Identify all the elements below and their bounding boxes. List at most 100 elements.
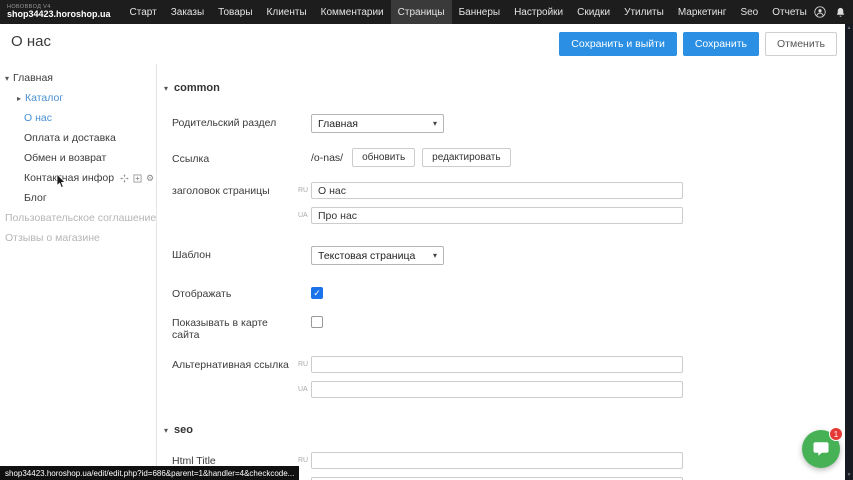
sitemap-row: Показывать в карте сайта ✓ [172, 314, 845, 341]
link-row: Ссылка /o-nas/ обновить редактировать [172, 148, 845, 167]
topbar-menu: Старт Заказы Товары Клиенты Комментарии … [123, 0, 814, 24]
parent-section-label: Родительский раздел [172, 114, 298, 129]
html-title-ru-input[interactable] [311, 452, 683, 469]
template-row: Шаблон Текстовая страница ▾ [172, 246, 845, 265]
sidebar-item-katalog[interactable]: ▸ Каталог [0, 88, 156, 108]
lang-tag-ua: UA [298, 212, 311, 219]
section-common-title: common [174, 82, 220, 94]
display-label: Отображать [172, 285, 298, 300]
add-page-icon[interactable] [133, 174, 142, 183]
chevron-down-icon[interactable]: ▾ [5, 74, 9, 83]
sidebar-item-o-nas[interactable]: О нас [0, 108, 156, 128]
app-window: НОВОВВОД V4 shop34423.horoshop.ua Старт … [0, 0, 853, 480]
page-title-ru-input[interactable] [311, 182, 683, 199]
scroll-down-icon[interactable]: ▼ [847, 471, 852, 480]
logo-shop-domain: shop34423.horoshop.ua [7, 10, 111, 20]
sidebar-item-label: Пользовательское соглашение [5, 212, 156, 224]
link-edit-button[interactable]: редактировать [422, 148, 510, 167]
header-buttons: Сохранить и выйти Сохранить Отменить [559, 32, 837, 56]
page-edit-form: ▾ common Родительский раздел Главная ▾ С… [158, 64, 845, 480]
sidebar-item-oplata-i-dostavka[interactable]: Оплата и доставка [0, 128, 156, 148]
chat-unread-badge: 1 [829, 427, 843, 441]
menu-item-marketing[interactable]: Маркетинг [671, 0, 734, 24]
vertical-scrollbar[interactable]: ▲ ▼ [845, 24, 853, 480]
template-select[interactable]: Текстовая страница ▾ [311, 246, 444, 265]
sitemap-checkbox[interactable]: ✓ [311, 316, 323, 328]
link-value: /o-nas/ [311, 152, 343, 164]
display-checkbox[interactable]: ✓ [311, 287, 323, 299]
move-icon[interactable] [120, 174, 129, 183]
alt-link-inputs: RU UA [298, 356, 683, 398]
html-title-ru-wrap: RU [298, 452, 683, 469]
logo[interactable]: НОВОВВОД V4 shop34423.horoshop.ua [0, 4, 123, 20]
menu-item-reports[interactable]: Отчеты [765, 0, 814, 24]
section-common[interactable]: ▾ common [164, 82, 845, 94]
menu-item-products[interactable]: Товары [211, 0, 259, 24]
page-title-row: заголовок страницы RU UA [172, 182, 845, 224]
menu-item-banners[interactable]: Баннеры [452, 0, 507, 24]
menu-item-seo[interactable]: Seo [733, 0, 765, 24]
menu-item-discounts[interactable]: Скидки [570, 0, 617, 24]
check-icon: ✓ [313, 289, 321, 298]
menu-item-utilities[interactable]: Утилиты [617, 0, 671, 24]
sidebar-item-blog[interactable]: Блог [0, 188, 156, 208]
parent-section-select[interactable]: Главная ▾ [311, 114, 444, 133]
gear-icon[interactable]: ⚙ [146, 174, 154, 183]
sidebar-item-label: Каталог [25, 92, 63, 104]
page-title-ua-input[interactable] [311, 207, 683, 224]
page-title-inputs: RU UA [298, 182, 683, 224]
select-arrow-icon: ▾ [433, 251, 437, 260]
alt-link-label: Альтернативная ссылка [172, 356, 298, 371]
page-title-ru-wrap: RU [298, 182, 683, 199]
template-label: Шаблон [172, 246, 298, 261]
scroll-up-icon[interactable]: ▲ [847, 24, 852, 33]
status-url-tooltip: shop34423.horoshop.ua/edit/edit.php?id=6… [0, 466, 299, 480]
link-label: Ссылка [172, 148, 298, 165]
section-seo[interactable]: ▾ seo [164, 424, 845, 436]
page-title-label: заголовок страницы [172, 182, 298, 197]
menu-item-clients[interactable]: Клиенты [260, 0, 314, 24]
sidebar-item-label: Главная [13, 72, 53, 84]
sidebar-item-label: Отзывы о магазине [5, 232, 100, 244]
menu-item-settings[interactable]: Настройки [507, 0, 570, 24]
page-title-ua-wrap: UA [298, 207, 683, 224]
chat-widget-button[interactable]: 1 [802, 430, 840, 468]
chevron-down-icon[interactable]: ▾ [164, 84, 168, 93]
alt-link-ru-input[interactable] [311, 356, 683, 373]
sidebar-item-obmen-i-vozvrat[interactable]: Обмен и возврат [0, 148, 156, 168]
page-title: О нас [11, 33, 51, 50]
menu-item-pages[interactable]: Страницы [391, 0, 452, 24]
select-arrow-icon: ▾ [433, 119, 437, 128]
menu-item-start[interactable]: Старт [123, 0, 164, 24]
lang-tag-ru: RU [298, 361, 311, 368]
save-and-exit-button[interactable]: Сохранить и выйти [559, 32, 677, 56]
menu-item-comments[interactable]: Комментарии [314, 0, 391, 24]
link-controls: /o-nas/ обновить редактировать [311, 148, 518, 167]
cancel-button[interactable]: Отменить [765, 32, 837, 56]
alt-link-ua-input[interactable] [311, 381, 683, 398]
sidebar-item-glavnaya[interactable]: ▾ Главная [0, 68, 156, 88]
topbar-icons [814, 6, 853, 18]
display-row: Отображать ✓ [172, 285, 845, 300]
alt-link-ru-wrap: RU [298, 356, 683, 373]
chevron-down-icon[interactable]: ▾ [164, 426, 168, 435]
save-button[interactable]: Сохранить [683, 32, 759, 56]
html-title-inputs: RU UA [298, 452, 683, 480]
sidebar-item-label: Оплата и доставка [24, 132, 116, 144]
menu-item-orders[interactable]: Заказы [164, 0, 211, 24]
user-account-icon[interactable] [814, 6, 826, 18]
alt-link-row: Альтернативная ссылка RU UA [172, 356, 845, 398]
pages-tree-sidebar: ▾ Главная ▸ Каталог О нас Оплата и доста… [0, 64, 157, 480]
parent-section-selected-value: Главная [318, 118, 358, 130]
chevron-right-icon[interactable]: ▸ [17, 94, 21, 103]
link-refresh-button[interactable]: обновить [352, 148, 415, 167]
notifications-bell-icon[interactable] [835, 7, 846, 18]
sidebar-item-kontaktnaya-infor[interactable]: Контактная инфор ⚙ [0, 168, 156, 188]
lang-tag-ua: UA [298, 386, 311, 393]
topbar: НОВОВВОД V4 shop34423.horoshop.ua Старт … [0, 0, 853, 24]
template-selected-value: Текстовая страница [318, 250, 415, 262]
tree-item-actions: ⚙ [120, 174, 156, 183]
lang-tag-ru: RU [298, 187, 311, 194]
sidebar-item-polzovatelskoe-soglashenie[interactable]: Пользовательское соглашение [0, 208, 156, 228]
sidebar-item-otzyvy-o-magazine[interactable]: Отзывы о магазине [0, 228, 156, 248]
